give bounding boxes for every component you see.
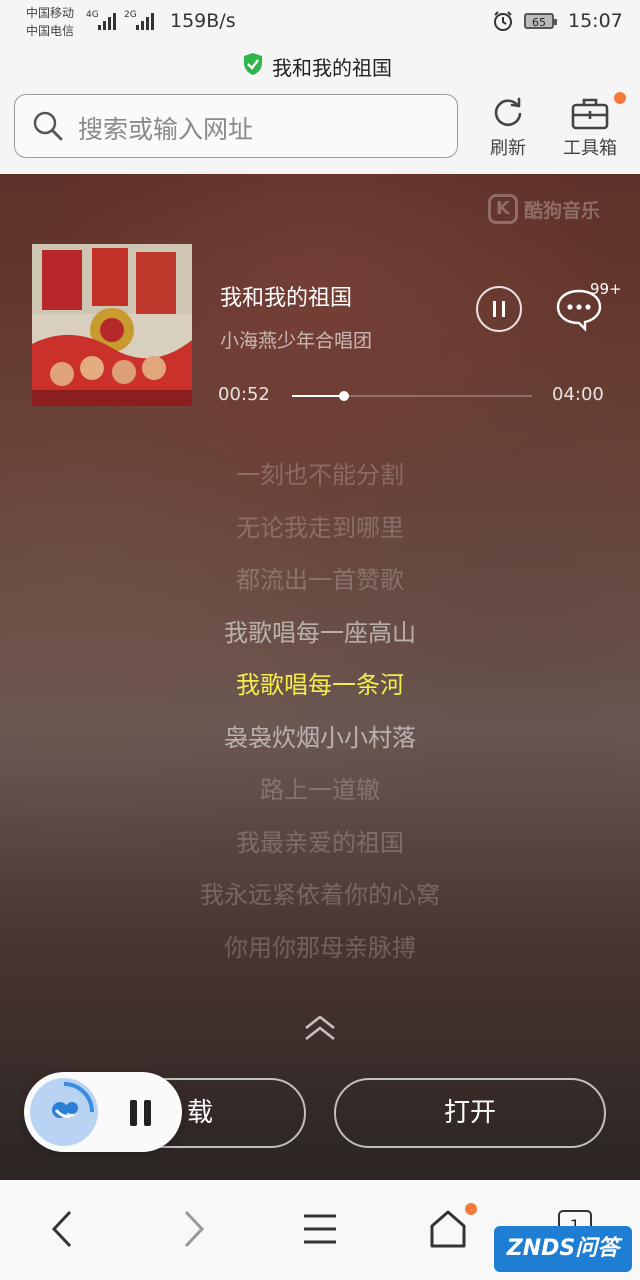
menu-icon[interactable] — [296, 1204, 344, 1254]
signal-icon — [98, 12, 116, 30]
toolbox-icon — [571, 98, 609, 130]
home-notification-dot — [465, 1203, 477, 1215]
lyric-line: 都流出一首赞歌 — [236, 566, 404, 594]
toolbox-button[interactable]: 工具箱 — [560, 96, 620, 160]
carrier-info: 中国移动 中国电信 — [26, 4, 74, 40]
search-icon — [33, 111, 63, 141]
mini-pause-button[interactable] — [128, 1100, 156, 1126]
carrier-2: 中国电信 — [26, 24, 75, 38]
music-disc-icon — [52, 1082, 94, 1118]
lyric-line: 我最亲爱的祖国 — [236, 828, 404, 857]
expand-up-icon[interactable] — [302, 1012, 338, 1044]
signal-icon — [136, 12, 154, 30]
progress-slider[interactable] — [292, 391, 532, 401]
album-cover[interactable] — [32, 244, 192, 406]
kugou-logo-icon: K — [488, 194, 518, 224]
pause-button[interactable] — [476, 286, 522, 332]
lyric-line: 我歌唱每一座高山 — [224, 618, 416, 647]
carrier-1: 中国移动 — [26, 6, 75, 20]
lyric-line: 你用你那母亲脉搏 — [224, 933, 416, 962]
download-label: 载 — [186, 1098, 213, 1128]
progress-fill — [292, 395, 345, 397]
song-title: 我和我的祖国 — [220, 286, 353, 311]
refresh-icon — [494, 97, 522, 127]
refresh-button[interactable]: 刷新 — [478, 96, 538, 160]
current-time: 00:52 — [218, 384, 270, 405]
network-type-2: 2G — [124, 10, 137, 20]
lyric-line-active: 我歌唱每一条河 — [236, 671, 404, 699]
lyric-line: 路上一道辙 — [260, 776, 380, 804]
total-time: 04:00 — [552, 384, 604, 405]
status-bar: 中国移动 中国电信 4G 2G 159B/s 65 15:07 — [0, 0, 640, 44]
lyric-line: 一刻也不能分割 — [236, 461, 404, 489]
clock: 15:07 — [568, 10, 623, 32]
song-artist: 小海燕少年合唱团 — [220, 330, 373, 352]
comment-count: 99+ — [590, 280, 622, 298]
back-icon[interactable] — [40, 1204, 88, 1254]
toolbox-label: 工具箱 — [563, 138, 617, 159]
search-placeholder: 搜索或输入网址 — [78, 115, 254, 144]
refresh-label: 刷新 — [490, 138, 526, 159]
notification-dot — [614, 92, 626, 104]
kugou-watermark: K 酷狗音乐 — [488, 194, 600, 224]
battery-indicator: 65 — [524, 13, 557, 29]
open-label: 打开 — [443, 1098, 496, 1128]
watermark-text: 酷狗音乐 — [524, 199, 601, 222]
lyric-line: 无论我走到哪里 — [236, 513, 404, 542]
znds-watermark-badge: ZNDS问答 — [494, 1226, 632, 1272]
mini-player-disc[interactable] — [30, 1078, 98, 1146]
alarm-icon — [494, 11, 512, 31]
open-button[interactable]: 打开 — [334, 1078, 606, 1148]
network-speed: 159B/s — [170, 10, 236, 32]
shield-check-icon — [244, 53, 262, 75]
page-title: 我和我的祖国 — [272, 56, 392, 80]
lyric-line: 我永远紧依着你的心窝 — [200, 881, 440, 909]
lyric-line: 袅袅炊烟小小村落 — [224, 723, 416, 752]
album-art-image — [32, 244, 192, 406]
floating-mini-player[interactable] — [24, 1072, 182, 1152]
forward-icon[interactable] — [168, 1204, 216, 1254]
network-type-1: 4G — [86, 10, 99, 20]
lyrics-panel: 一刻也不能分割 无论我走到哪里 都流出一首赞歌 我歌唱每一座高山 我歌唱每一条河… — [0, 454, 640, 979]
